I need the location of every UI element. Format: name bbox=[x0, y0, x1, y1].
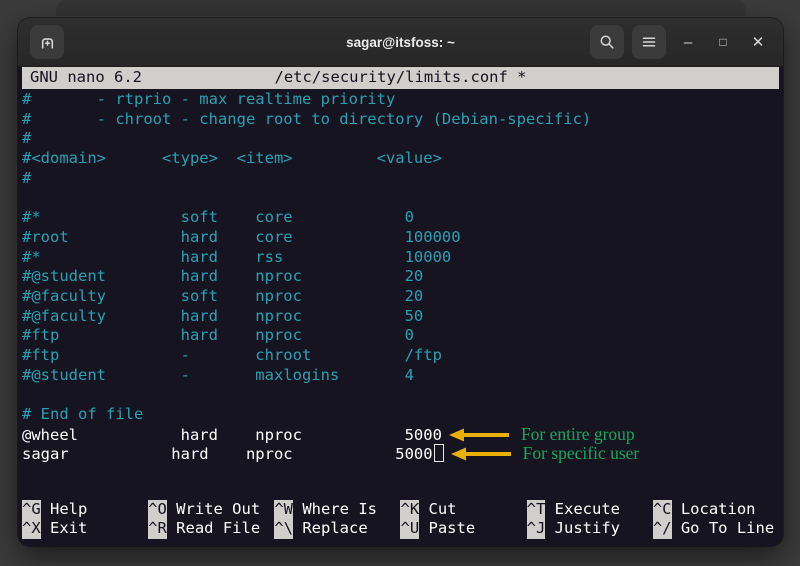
shortcut-key: ^O bbox=[148, 500, 167, 520]
line-text: sagar hard nproc 5000 bbox=[22, 445, 433, 463]
shortcut-key: ^G bbox=[22, 500, 41, 520]
terminal-line bbox=[22, 188, 779, 208]
line-text: # bbox=[22, 169, 31, 187]
shortcut-key: ^U bbox=[400, 519, 419, 539]
terminal-line: sagar hard nproc 5000 For specific user bbox=[22, 444, 779, 464]
terminal-line: # - chroot - change root to directory (D… bbox=[22, 110, 779, 130]
shortcut-item[interactable]: ^O Write Out bbox=[148, 500, 274, 520]
terminal-content: # - rtprio - max realtime priority # - ch… bbox=[22, 89, 779, 500]
terminal-line bbox=[22, 385, 779, 405]
close-button[interactable]: ✕ bbox=[745, 27, 771, 57]
shortcut-item[interactable]: ^U Paste bbox=[400, 519, 526, 539]
titlebar-controls: – □ ✕ bbox=[582, 25, 771, 59]
shortcut-label: Write Out bbox=[167, 500, 260, 518]
terminal-line: # End of file bbox=[22, 405, 779, 425]
background-window-edge bbox=[56, 0, 746, 16]
terminal-line: #* soft core 0 bbox=[22, 208, 779, 228]
shortcut-key: ^K bbox=[400, 500, 419, 520]
annotation-label: For specific user bbox=[523, 443, 640, 463]
new-tab-icon bbox=[39, 34, 56, 51]
shortcut-key: ^T bbox=[527, 500, 546, 520]
shortcut-key: ^J bbox=[527, 519, 546, 539]
shortcut-label: Exit bbox=[41, 519, 88, 537]
shortcut-item[interactable]: ^K Cut bbox=[400, 500, 526, 520]
line-text: # - rtprio - max realtime priority bbox=[22, 90, 395, 108]
line-text: # - chroot - change root to directory (D… bbox=[22, 110, 591, 128]
annotation-label: For entire group bbox=[521, 424, 635, 444]
terminal-screen[interactable]: GNU nano 6.2 /etc/security/limits.conf *… bbox=[18, 67, 783, 546]
line-text: #<domain> <type> <item> <value> bbox=[22, 149, 442, 167]
annotation-arrow-icon bbox=[449, 428, 511, 442]
line-text: @wheel hard nproc 5000 bbox=[22, 426, 442, 444]
line-text: #@student hard nproc 20 bbox=[22, 267, 423, 285]
shortcut-label: Cut bbox=[419, 500, 456, 518]
shortcut-item[interactable]: ^T Execute bbox=[527, 500, 653, 520]
terminal-line: #<domain> <type> <item> <value> bbox=[22, 149, 779, 169]
line-text: #@faculty hard nproc 50 bbox=[22, 307, 423, 325]
line-text: # bbox=[22, 129, 31, 147]
search-icon bbox=[599, 34, 615, 50]
text-cursor bbox=[434, 444, 444, 462]
shortcut-label: Go To Line bbox=[672, 519, 775, 537]
line-text: # End of file bbox=[22, 405, 143, 423]
line-text: #@faculty soft nproc 20 bbox=[22, 287, 423, 305]
terminal-line: #root hard core 100000 bbox=[22, 228, 779, 248]
terminal-line: # bbox=[22, 169, 779, 189]
line-text: #ftp hard nproc 0 bbox=[22, 326, 414, 344]
shortcut-item[interactable]: ^J Justify bbox=[527, 519, 653, 539]
shortcut-item[interactable]: ^/ Go To Line bbox=[653, 519, 779, 539]
shortcut-key: ^\ bbox=[274, 519, 293, 539]
terminal-line: #ftp hard nproc 0 bbox=[22, 326, 779, 346]
terminal-line: #@student - maxlogins 4 bbox=[22, 366, 779, 386]
minimize-button[interactable]: – bbox=[675, 27, 701, 57]
shortcut-label: Justify bbox=[545, 519, 620, 537]
terminal-line: #ftp - chroot /ftp bbox=[22, 346, 779, 366]
shortcut-item[interactable]: ^X Exit bbox=[22, 519, 148, 539]
nano-titlebar: GNU nano 6.2 /etc/security/limits.conf * bbox=[22, 67, 779, 89]
shortcut-item[interactable]: ^W Where Is bbox=[274, 500, 400, 520]
maximize-button[interactable]: □ bbox=[710, 27, 736, 57]
line-text: #@student - maxlogins 4 bbox=[22, 366, 414, 384]
shortcut-item[interactable]: ^G Help bbox=[22, 500, 148, 520]
shortcut-key: ^R bbox=[148, 519, 167, 539]
shortcut-key: ^X bbox=[22, 519, 41, 539]
new-tab-button[interactable] bbox=[30, 25, 64, 59]
shortcut-label: Where Is bbox=[293, 500, 377, 518]
annotation-arrow-icon bbox=[451, 447, 513, 461]
shortcut-label: Help bbox=[41, 500, 88, 518]
terminal-line: #@faculty soft nproc 20 bbox=[22, 287, 779, 307]
terminal-line: @wheel hard nproc 5000 For entire group bbox=[22, 425, 779, 445]
search-button[interactable] bbox=[590, 25, 624, 59]
shortcut-key: ^W bbox=[274, 500, 293, 520]
hamburger-menu-icon bbox=[641, 34, 657, 50]
terminal-line: #@faculty hard nproc 50 bbox=[22, 307, 779, 327]
shortcut-item[interactable]: ^\ Replace bbox=[274, 519, 400, 539]
shortcut-label: Paste bbox=[419, 519, 475, 537]
terminal-line: # bbox=[22, 129, 779, 149]
line-text: #ftp - chroot /ftp bbox=[22, 346, 442, 364]
menu-button[interactable] bbox=[632, 25, 666, 59]
terminal-line: # - rtprio - max realtime priority bbox=[22, 90, 779, 110]
line-text: #root hard core 100000 bbox=[22, 228, 461, 246]
nano-filename: /etc/security/limits.conf * bbox=[22, 68, 779, 88]
titlebar: sagar@itsfoss: ~ – □ ✕ bbox=[18, 18, 783, 67]
line-text: #* soft core 0 bbox=[22, 208, 414, 226]
nano-shortcuts: ^G Help^O Write Out^W Where Is^K Cut^T E… bbox=[22, 500, 779, 539]
terminal-line: #@student hard nproc 20 bbox=[22, 267, 779, 287]
shortcut-label: Execute bbox=[545, 500, 620, 518]
shortcut-label: Replace bbox=[293, 519, 368, 537]
shortcut-item[interactable]: ^C Location bbox=[653, 500, 779, 520]
line-text: #* hard rss 10000 bbox=[22, 248, 451, 266]
shortcut-key: ^C bbox=[653, 500, 672, 520]
shortcut-label: Read File bbox=[167, 519, 260, 537]
shortcut-label: Location bbox=[672, 500, 756, 518]
terminal-line: #* hard rss 10000 bbox=[22, 248, 779, 268]
shortcut-item[interactable]: ^R Read File bbox=[148, 519, 274, 539]
shortcut-key: ^/ bbox=[653, 519, 672, 539]
terminal-window: sagar@itsfoss: ~ – □ ✕ GNU nano 6 bbox=[18, 18, 783, 546]
